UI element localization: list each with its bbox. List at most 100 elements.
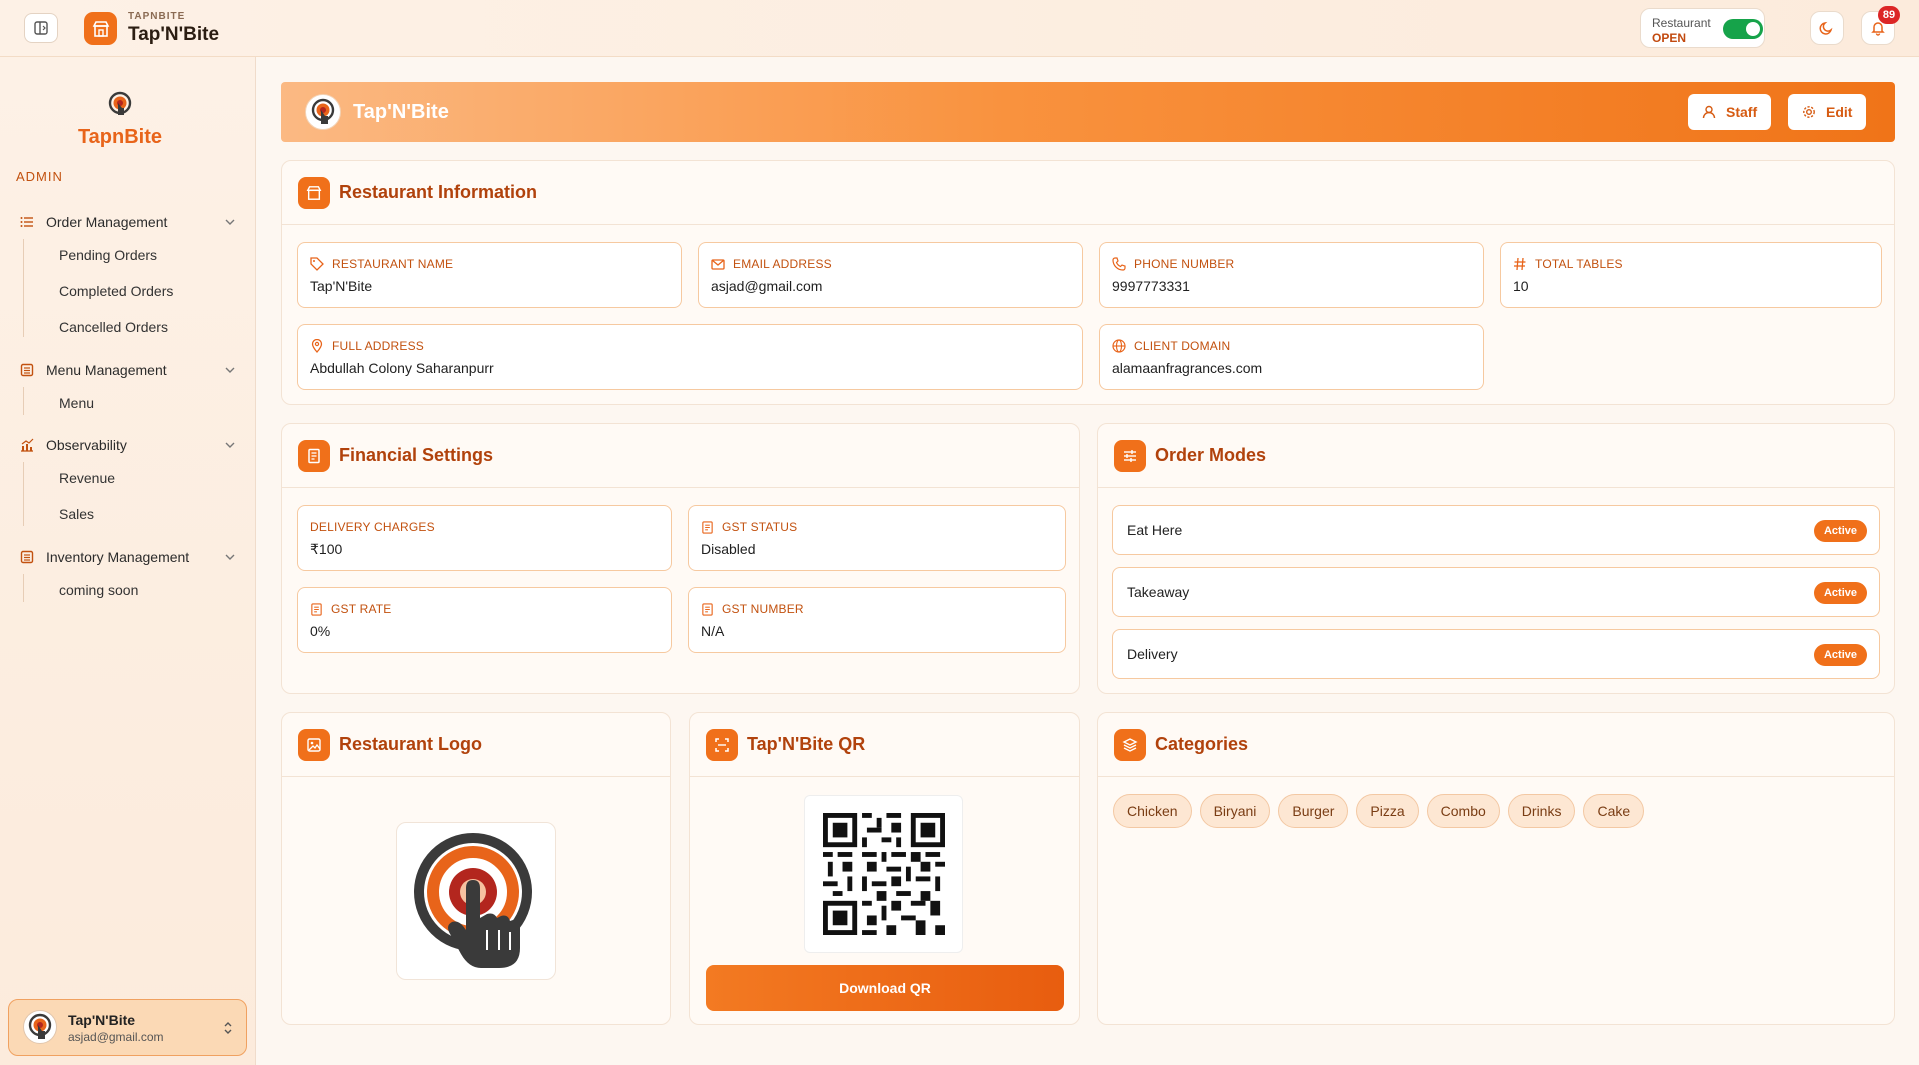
nav-inventory-management[interactable]: Inventory Management xyxy=(20,545,236,569)
chevron-down-icon xyxy=(225,442,235,448)
field-label: RESTAURANT NAME xyxy=(332,257,454,271)
category-chip[interactable]: Biryani xyxy=(1199,794,1271,828)
edit-label: Edit xyxy=(1826,104,1853,120)
restaurant-header: Tap'N'Bite Staff Edit xyxy=(281,82,1895,142)
qr-code xyxy=(804,795,963,953)
sidebar-logo: TapnBite xyxy=(60,91,180,151)
notification-badge: 89 xyxy=(1878,6,1900,24)
status-badge: Active xyxy=(1813,644,1867,666)
financial-settings-card: Financial Settings DELIVERY CHARGES ₹100… xyxy=(281,423,1080,694)
user-email: asjad@gmail.com xyxy=(68,1030,164,1044)
sliders-icon xyxy=(1114,439,1146,472)
nav-group-label: Menu Management xyxy=(46,362,167,378)
receipt-icon xyxy=(298,439,330,472)
nav-menu[interactable]: Menu xyxy=(59,395,94,411)
nav-revenue[interactable]: Revenue xyxy=(59,470,115,486)
nav-coming-soon[interactable]: coming soon xyxy=(59,582,138,598)
image-icon xyxy=(298,728,330,761)
category-chip[interactable]: Cake xyxy=(1583,794,1645,828)
category-chip[interactable]: Burger xyxy=(1278,794,1349,828)
receipt-icon xyxy=(702,602,713,616)
receipt-icon xyxy=(311,602,322,616)
category-chip[interactable]: Chicken xyxy=(1113,794,1192,828)
restaurant-information-card: Restaurant Information RESTAURANT NAME T… xyxy=(281,160,1895,405)
field-value: Disabled xyxy=(701,541,756,557)
layers-icon xyxy=(1114,728,1146,761)
field-label: GST STATUS xyxy=(722,520,798,534)
field-gst-number: GST NUMBER N/A xyxy=(688,587,1066,653)
category-chip[interactable]: Pizza xyxy=(1356,794,1419,828)
gear-icon xyxy=(1803,106,1815,118)
hand-tap-logo-icon xyxy=(311,98,335,124)
moon-icon xyxy=(1819,21,1833,35)
field-email-address: EMAIL ADDRESS asjad@gmail.com xyxy=(698,242,1083,308)
field-client-domain: CLIENT DOMAIN alamaanfragrances.com xyxy=(1099,324,1484,390)
field-value: alamaanfragrances.com xyxy=(1112,360,1263,376)
globe-icon xyxy=(1112,339,1126,353)
staff-label: Staff xyxy=(1726,104,1758,120)
sidebar-toggle-button[interactable] xyxy=(24,13,58,43)
chevron-down-icon xyxy=(225,367,235,373)
edit-button[interactable]: Edit xyxy=(1788,94,1867,130)
order-modes-card: Order Modes Eat Here Active Takeaway Act… xyxy=(1097,423,1895,694)
tag-icon xyxy=(310,257,324,271)
inventory-icon xyxy=(20,550,34,564)
restaurant-status: Restaurant OPEN xyxy=(1640,8,1765,48)
download-qr-button[interactable]: Download QR xyxy=(706,965,1064,1011)
mode-label: Takeaway xyxy=(1127,584,1190,600)
card-header: Financial Settings xyxy=(282,424,1079,488)
field-value: asjad@gmail.com xyxy=(711,278,823,294)
brand-small: TAPNBITE xyxy=(128,11,186,22)
card-title: Tap'N'Bite QR xyxy=(747,734,866,754)
field-value: 10 xyxy=(1513,278,1529,294)
theme-toggle-button[interactable] xyxy=(1810,11,1844,45)
field-value: 9997773331 xyxy=(1112,278,1190,294)
card-header: Categories xyxy=(1098,713,1894,777)
qr-code-icon xyxy=(822,813,945,935)
category-chip[interactable]: Combo xyxy=(1426,794,1500,828)
field-value: ₹100 xyxy=(310,541,343,557)
field-label: DELIVERY CHARGES xyxy=(310,520,435,534)
chevron-down-icon xyxy=(225,219,235,225)
card-title: Restaurant Logo xyxy=(339,734,483,754)
status-badge: Active xyxy=(1813,582,1867,604)
sidebar-toggle-icon xyxy=(34,21,48,35)
hash-icon xyxy=(1514,257,1526,271)
pin-icon xyxy=(311,339,323,353)
user-menu[interactable]: Tap'N'Bite asjad@gmail.com xyxy=(8,999,247,1056)
nav-tree-line xyxy=(23,574,24,602)
category-chip[interactable]: Drinks xyxy=(1507,794,1576,828)
open-toggle[interactable] xyxy=(1723,19,1763,39)
nav-group-label: Observability xyxy=(46,437,127,453)
receipt-icon xyxy=(702,520,713,534)
field-restaurant-name: RESTAURANT NAME Tap'N'Bite xyxy=(297,242,682,308)
restaurant-logo-image xyxy=(396,822,556,980)
nav-sales[interactable]: Sales xyxy=(59,506,94,522)
field-delivery-charges: DELIVERY CHARGES ₹100 xyxy=(297,505,672,571)
avatar xyxy=(305,94,341,130)
order-mode-eat-here: Eat Here Active xyxy=(1112,505,1880,555)
nav-pending-orders[interactable]: Pending Orders xyxy=(59,247,157,263)
top-bar: TAPNBITE Tap'N'Bite Restaurant OPEN 89 xyxy=(0,0,1919,57)
page-title: Tap'N'Bite xyxy=(353,101,449,123)
nav-cancelled-orders[interactable]: Cancelled Orders xyxy=(59,319,168,335)
nav-completed-orders[interactable]: Completed Orders xyxy=(59,283,173,299)
scan-icon xyxy=(706,728,738,761)
user-name: Tap'N'Bite xyxy=(68,1012,136,1028)
mode-label: Delivery xyxy=(1127,646,1178,662)
nav-order-management[interactable]: Order Management xyxy=(20,210,236,234)
card-header: Restaurant Information xyxy=(282,161,1894,225)
field-full-address: FULL ADDRESS Abdullah Colony Saharanpurr xyxy=(297,324,1083,390)
field-total-tables: TOTAL TABLES 10 xyxy=(1500,242,1882,308)
card-title: Order Modes xyxy=(1155,445,1267,465)
staff-button[interactable]: Staff xyxy=(1688,94,1772,130)
nav-observability[interactable]: Observability xyxy=(20,433,236,457)
store-logo-icon xyxy=(84,12,117,45)
card-header: Restaurant Logo xyxy=(282,713,670,777)
nav-group-label: Order Management xyxy=(46,214,168,230)
card-title: Restaurant Information xyxy=(339,182,538,202)
nav-menu-management[interactable]: Menu Management xyxy=(20,358,236,382)
avatar xyxy=(23,1010,57,1044)
chart-icon xyxy=(21,438,34,452)
field-phone-number: PHONE NUMBER 9997773331 xyxy=(1099,242,1484,308)
